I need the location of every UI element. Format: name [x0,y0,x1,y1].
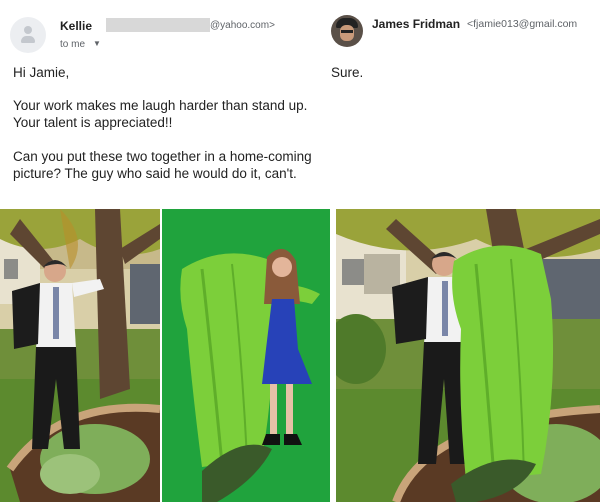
photo-boy-by-tree [0,209,160,502]
email-greeting: Hi Jamie, [13,65,70,80]
recipient-label[interactable]: to me [60,39,85,50]
email-paragraph-2: Can you put these two together in a home… [13,149,312,181]
sender-avatar-icon [10,17,46,53]
redacted-email-bar [106,18,210,32]
reply-avatar [331,15,363,47]
reply-body: Sure. [331,65,364,80]
reply-sender-name: James Fridman [372,17,461,31]
sender-name: Kellie [60,19,93,33]
photo-composite-result [336,209,600,502]
email-paragraph-1: Your work makes me laugh harder than sta… [13,98,308,130]
chevron-down-icon[interactable]: ▼ [93,39,101,48]
sender-email: @yahoo.com> [210,20,275,31]
reply-sender-email: <fjamie013@gmail.com [467,18,578,30]
photo-girl-green-screen [162,209,330,502]
